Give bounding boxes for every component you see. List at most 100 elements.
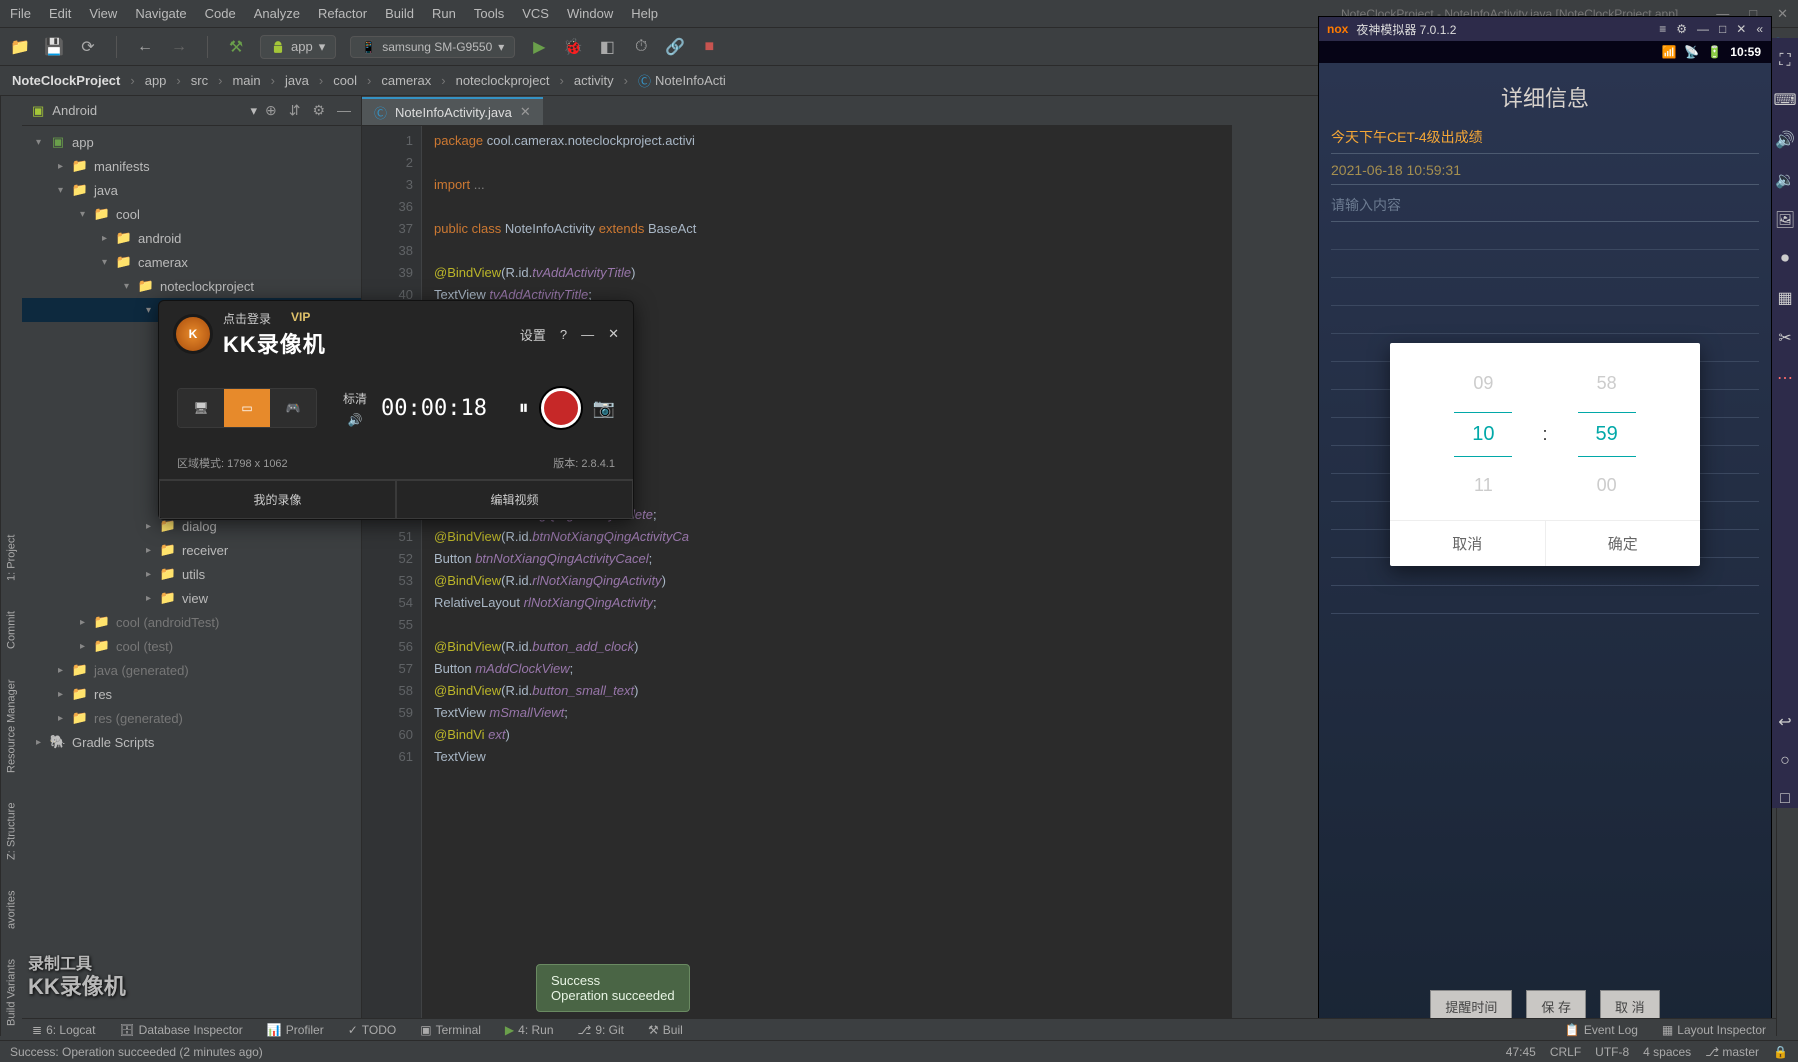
note-title-field[interactable]: 今天下午CET-4级出成绩 [1331, 127, 1759, 154]
tree-node[interactable]: ▸📁android [22, 226, 361, 250]
help-icon[interactable]: ? [560, 327, 567, 342]
project-tree[interactable]: ▾▣app▸📁manifests▾📁java▾📁cool▸📁android▾📁c… [22, 126, 361, 1018]
collapse-icon[interactable]: « [1756, 22, 1763, 36]
volume-down-icon[interactable]: 🔉 [1775, 170, 1795, 190]
home-icon[interactable]: ○ [1780, 752, 1790, 770]
lock-icon[interactable]: 🔒 [1773, 1045, 1788, 1059]
crumb[interactable]: camerax [381, 73, 431, 88]
tab-event-log[interactable]: 📋Event Log [1565, 1023, 1638, 1037]
crumb[interactable]: src [191, 73, 208, 88]
rail-commit[interactable]: Commit [6, 611, 18, 649]
editor-tab[interactable]: Ⓒ NoteInfoActivity.java ✕ [362, 97, 543, 125]
minute-picker[interactable]: 58 59 00 [1578, 373, 1636, 496]
tab-build[interactable]: ⚒Buil [648, 1023, 683, 1037]
tab-layout-inspector[interactable]: ▦Layout Inspector [1662, 1023, 1766, 1037]
git-branch[interactable]: ⎇ master [1705, 1045, 1759, 1059]
debug-icon[interactable]: 🐞 [563, 37, 583, 57]
crumb[interactable]: noteclockproject [456, 73, 550, 88]
gear-icon[interactable]: ⚙ [312, 102, 325, 119]
crumb[interactable]: activity [574, 73, 614, 88]
crumb[interactable]: NoteInfoActi [655, 73, 726, 88]
multi-instance-icon[interactable]: ▦ [1777, 288, 1792, 308]
rail-build-variants[interactable]: Build Variants [6, 959, 18, 1026]
menu-analyze[interactable]: Analyze [254, 6, 300, 21]
kk-edit-video-button[interactable]: 编辑视频 [396, 480, 633, 519]
menu-build[interactable]: Build [385, 6, 414, 21]
kk-mode-game[interactable]: 🎮 [270, 389, 316, 427]
hammer-icon[interactable]: ⚒ [226, 37, 246, 57]
tree-node[interactable]: ▸📁receiver [22, 538, 361, 562]
chevron-down-icon[interactable]: ▾ [250, 103, 257, 119]
tree-node[interactable]: ▸📁res (generated) [22, 706, 361, 730]
device-selector[interactable]: 📱 samsung SM-G9550 ▾ [350, 36, 515, 58]
line-ending[interactable]: CRLF [1550, 1045, 1581, 1059]
gear-icon[interactable]: ⚙ [1676, 22, 1687, 36]
crumb[interactable]: app [145, 73, 167, 88]
editor-code[interactable]: package cool.camerax.noteclockproject.ac… [422, 126, 1232, 1018]
menu-icon[interactable]: ≡ [1659, 22, 1666, 36]
tab-run[interactable]: ▶4: Run [505, 1023, 554, 1037]
tree-node[interactable]: ▸📁view [22, 586, 361, 610]
tab-database-inspector[interactable]: 🗄Database Inspector [119, 1023, 242, 1037]
close-icon[interactable]: ✕ [608, 326, 619, 342]
crumb[interactable]: java [285, 73, 309, 88]
kk-quality-label[interactable]: 标清 [343, 390, 367, 407]
menu-refactor[interactable]: Refactor [318, 6, 367, 21]
tree-node[interactable]: ▾📁camerax [22, 250, 361, 274]
attach-debugger-icon[interactable]: 🔗 [665, 37, 685, 57]
hide-icon[interactable]: — [337, 102, 351, 119]
locate-icon[interactable]: ⊕ [265, 102, 277, 119]
tree-node[interactable]: ▾📁java [22, 178, 361, 202]
indent[interactable]: 4 spaces [1643, 1045, 1691, 1059]
tab-todo[interactable]: ✓TODO [348, 1023, 397, 1037]
kk-vip-label[interactable]: VIP [291, 310, 310, 327]
kk-login-link[interactable]: 点击登录 [223, 310, 271, 327]
minimize-icon[interactable]: — [581, 327, 594, 342]
menu-file[interactable]: File [10, 6, 31, 21]
minimize-icon[interactable]: — [1697, 22, 1709, 36]
tree-node[interactable]: ▸📁cool (test) [22, 634, 361, 658]
screenshot-icon[interactable]: 🖼 [1775, 210, 1795, 230]
kk-mode-fullscreen[interactable]: 🖥 [178, 389, 224, 427]
menu-code[interactable]: Code [205, 6, 236, 21]
rail-structure[interactable]: Z: Structure [6, 803, 18, 860]
menu-vcs[interactable]: VCS [522, 6, 549, 21]
kk-my-recordings-button[interactable]: 我的录像 [159, 480, 396, 519]
sync-icon[interactable]: ⟳ [78, 37, 98, 57]
collapse-icon[interactable]: ⇵ [289, 102, 301, 119]
emulator-screen[interactable]: 详细信息 今天下午CET-4级出成绩 2021-06-18 10:59:31 请… [1319, 63, 1771, 1039]
pause-icon[interactable]: ⏸ [519, 397, 529, 420]
encoding[interactable]: UTF-8 [1595, 1045, 1629, 1059]
profile-icon[interactable]: ⏱ [631, 37, 651, 57]
tree-node[interactable]: ▸📁cool (androidTest) [22, 610, 361, 634]
kk-mode-region[interactable]: ▭ [224, 389, 270, 427]
run-config-selector[interactable]: app ▾ [260, 35, 336, 59]
crumb[interactable]: main [232, 73, 260, 88]
menu-help[interactable]: Help [631, 6, 658, 21]
scissors-icon[interactable]: ✂ [1778, 328, 1791, 348]
speaker-icon[interactable]: 🔊 [348, 413, 363, 427]
rail-favorites[interactable]: avorites [6, 890, 18, 929]
menu-window[interactable]: Window [567, 6, 613, 21]
tree-node[interactable]: ▾📁cool [22, 202, 361, 226]
coverage-icon[interactable]: ◧ [597, 37, 617, 57]
run-icon[interactable]: ▶ [529, 37, 549, 57]
close-icon[interactable]: ✕ [520, 104, 531, 120]
close-icon[interactable]: ✕ [1736, 22, 1746, 36]
menu-run[interactable]: Run [432, 6, 456, 21]
rail-resource-manager[interactable]: Resource Manager [6, 679, 18, 773]
project-view-title[interactable]: Android [52, 103, 242, 118]
recent-icon[interactable]: □ [1780, 790, 1790, 808]
volume-up-icon[interactable]: 🔊 [1775, 130, 1795, 150]
camera-icon[interactable]: 📷 [593, 398, 615, 419]
menu-navigate[interactable]: Navigate [135, 6, 186, 21]
open-icon[interactable]: 📁 [10, 37, 30, 57]
tab-logcat[interactable]: ≣6: Logcat [32, 1023, 95, 1037]
crumb[interactable]: cool [333, 73, 357, 88]
forward-icon[interactable]: → [169, 37, 189, 57]
keyboard-icon[interactable]: ⌨ [1773, 90, 1796, 110]
save-icon[interactable]: 💾 [44, 37, 64, 57]
back-icon[interactable]: ↩ [1778, 712, 1791, 732]
maximize-icon[interactable]: □ [1719, 22, 1726, 36]
dialog-confirm-button[interactable]: 确定 [1546, 521, 1701, 566]
